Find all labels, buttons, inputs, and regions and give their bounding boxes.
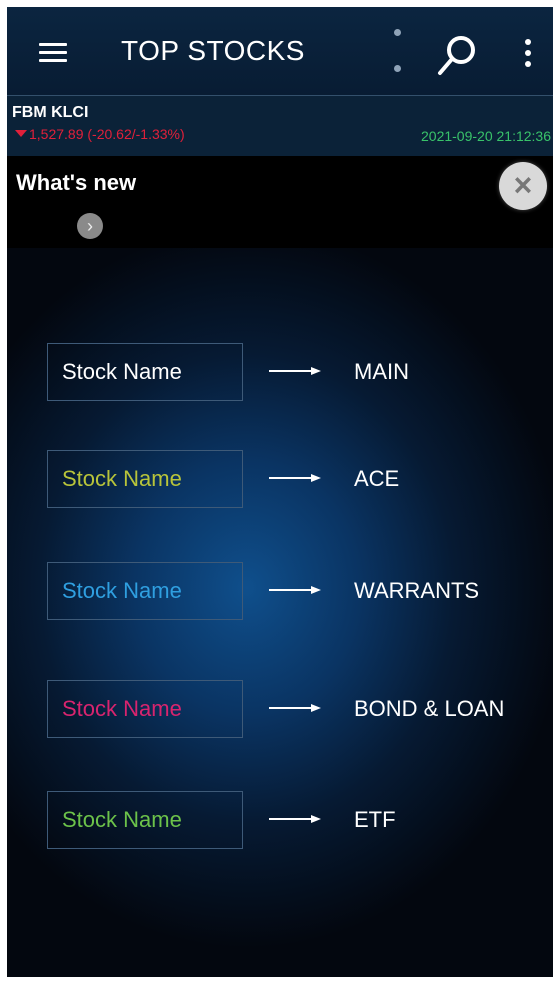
index-ticker[interactable]: FBM KLCI 1,527.89 (-20.62/-1.33%) 2021-0…: [7, 95, 553, 157]
board-label: MAIN: [354, 359, 409, 384]
color-legend-panel: Stock Name MAIN Stock Name ACE Stock Nam…: [7, 248, 553, 977]
stock-name-sample: Stock Name: [47, 450, 243, 508]
legend-row-main: Stock Name MAIN: [47, 343, 527, 403]
menu-icon[interactable]: [39, 43, 67, 63]
legend-row-etf: Stock Name ETF: [47, 791, 527, 851]
index-name: FBM KLCI: [12, 104, 89, 121]
arrow-right-icon: [269, 815, 323, 825]
legend-row-bond-loan: Stock Name BOND & LOAN: [47, 680, 527, 740]
board-label: ACE: [354, 466, 400, 491]
stock-name-sample: Stock Name: [47, 791, 243, 849]
board-label: BOND & LOAN: [354, 696, 505, 721]
search-icon[interactable]: [435, 33, 479, 77]
board-label: WARRANTS: [354, 578, 480, 603]
app-screen: TOP STOCKS FBM KLCI 1,527.89 (-20.62/-1.…: [7, 7, 553, 977]
more-vertical-icon[interactable]: [524, 39, 532, 69]
close-icon[interactable]: ×: [499, 162, 547, 210]
index-value: 1,527.89 (-20.62/-1.33%): [29, 126, 185, 142]
stock-name-sample: Stock Name: [47, 343, 243, 401]
whats-new-title: What's new: [16, 170, 137, 195]
legend-row-ace: Stock Name ACE: [47, 450, 527, 510]
index-timestamp: 2021-09-20 21:12:36: [421, 128, 551, 144]
page-title: TOP STOCKS: [121, 35, 305, 66]
stock-name-sample: Stock Name: [47, 680, 243, 738]
arrow-right-icon: [269, 474, 323, 484]
stock-name-sample: Stock Name: [47, 562, 243, 620]
next-icon[interactable]: ›: [77, 213, 103, 239]
arrow-right-icon: [269, 704, 323, 714]
arrow-right-icon: [269, 586, 323, 596]
whats-new-banner: What's new › ×: [7, 156, 553, 248]
swap-icon[interactable]: [392, 27, 404, 77]
legend-row-warrants: Stock Name WARRANTS: [47, 562, 527, 622]
board-label: ETF: [354, 807, 396, 832]
down-arrow-icon: [15, 130, 27, 137]
top-app-bar: TOP STOCKS: [7, 7, 553, 95]
arrow-right-icon: [269, 367, 323, 377]
